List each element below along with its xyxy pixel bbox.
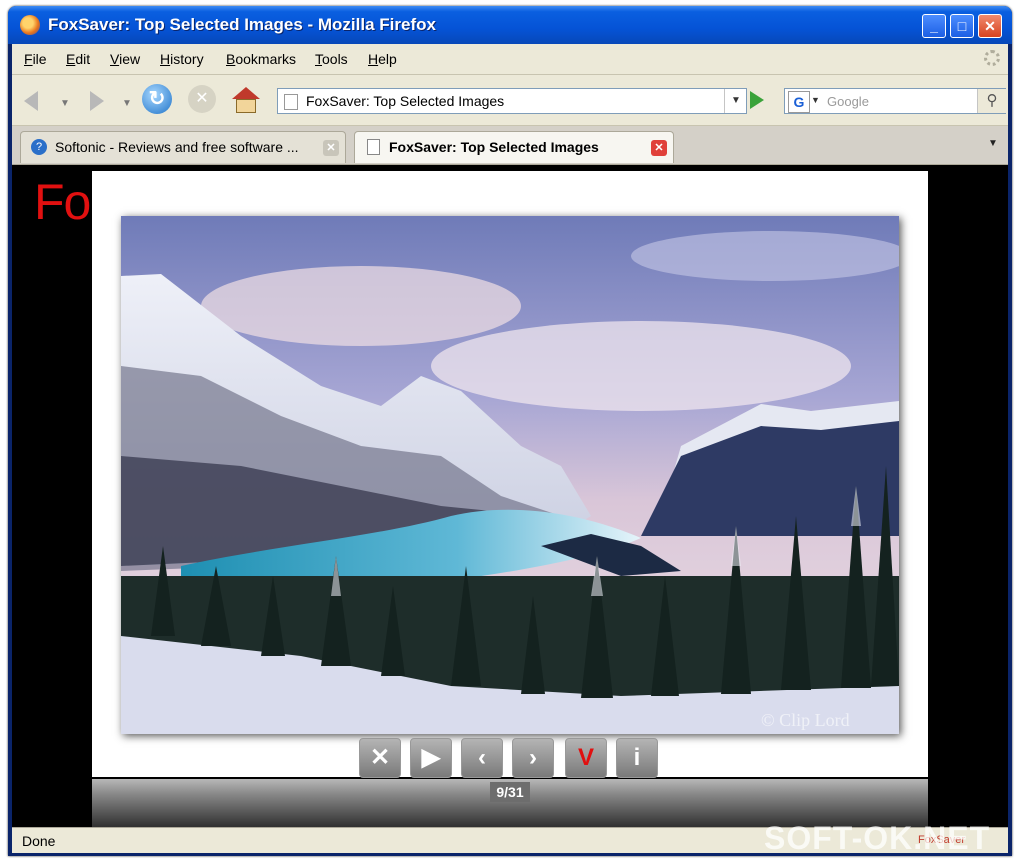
- page-content: Fo © Clip Lord ✕ ▶ ‹ › V i 9/31: [12, 165, 1008, 827]
- search-button[interactable]: ⚲: [977, 89, 1006, 113]
- go-button[interactable]: [750, 91, 764, 109]
- back-history-dropdown[interactable]: ▼: [60, 98, 70, 109]
- menu-tools[interactable]: Tools: [315, 51, 348, 67]
- stop-icon: ✕: [195, 90, 209, 107]
- tab-close-icon[interactable]: ✕: [651, 140, 667, 156]
- close-window-button[interactable]: ✕: [978, 14, 1002, 38]
- checkmark-icon: V: [577, 744, 594, 771]
- home-button[interactable]: [232, 87, 260, 113]
- back-arrow-icon: [24, 91, 38, 111]
- magnifier-icon: ⚲: [986, 92, 998, 109]
- site-logo: Fo: [34, 174, 91, 230]
- reload-icon: ↻: [148, 88, 166, 110]
- next-button[interactable]: ›: [512, 738, 554, 778]
- maximize-icon: □: [957, 18, 967, 34]
- menu-history[interactable]: History: [160, 51, 204, 67]
- browser-client-area: File Edit View History Bookmarks Tools H…: [12, 44, 1008, 853]
- address-text: FoxSaver: Top Selected Images: [306, 93, 505, 109]
- play-button[interactable]: ▶: [410, 738, 452, 778]
- tab-foxsaver[interactable]: FoxSaver: Top Selected Images ✕: [354, 131, 674, 163]
- home-icon: [232, 87, 260, 99]
- image-viewer-frame: © Clip Lord ✕ ▶ ‹ › V i: [92, 171, 928, 780]
- search-engine-dropdown[interactable]: ▼: [811, 95, 820, 105]
- forward-arrow-icon: [90, 91, 104, 111]
- title-bar[interactable]: FoxSaver: Top Selected Images - Mozilla …: [8, 6, 1012, 44]
- stop-button[interactable]: ✕: [188, 85, 216, 113]
- page-icon: [284, 94, 298, 110]
- minimize-icon: _: [930, 18, 938, 34]
- activity-throbber-icon: [984, 50, 1000, 66]
- menu-file[interactable]: File: [24, 51, 47, 67]
- status-text: Done: [22, 833, 56, 849]
- navigation-toolbar: ▼ ▼ ↻ ✕ FoxSaver: Top Selected Images ▼ …: [12, 75, 1008, 126]
- address-dropdown-button[interactable]: ▼: [724, 89, 747, 113]
- softonic-favicon-icon: ?: [31, 139, 47, 155]
- page-favicon-icon: [367, 139, 380, 155]
- forward-button[interactable]: [80, 85, 110, 115]
- select-image-button[interactable]: V: [565, 738, 607, 778]
- tab-list-dropdown-icon[interactable]: ▼: [988, 138, 998, 149]
- address-bar[interactable]: FoxSaver: Top Selected Images ▼: [277, 88, 747, 114]
- close-icon: ✕: [984, 18, 996, 34]
- photo-credit: © Clip Lord: [761, 710, 850, 730]
- menu-view[interactable]: View: [110, 51, 140, 67]
- featured-photo[interactable]: © Clip Lord: [121, 216, 899, 734]
- menu-bar: File Edit View History Bookmarks Tools H…: [12, 44, 1008, 75]
- menu-bookmarks[interactable]: Bookmarks: [226, 51, 296, 67]
- close-icon: ✕: [369, 744, 391, 771]
- search-bar[interactable]: G ▼ Google ⚲: [784, 88, 1006, 114]
- window-title: FoxSaver: Top Selected Images - Mozilla …: [48, 15, 436, 34]
- image-counter: 9/31: [490, 782, 530, 802]
- menu-edit[interactable]: Edit: [66, 51, 90, 67]
- search-engine-icon[interactable]: G: [788, 91, 810, 113]
- site-watermark: SOFT-OK.NET: [764, 820, 991, 856]
- chevron-right-icon: ›: [529, 744, 537, 771]
- back-button[interactable]: [20, 85, 50, 115]
- info-button[interactable]: i: [616, 738, 658, 778]
- landscape-image: © Clip Lord: [121, 216, 899, 734]
- forward-history-dropdown[interactable]: ▼: [122, 98, 132, 109]
- menu-help[interactable]: Help: [368, 51, 397, 67]
- chevron-left-icon: ‹: [478, 744, 486, 771]
- play-icon: ▶: [421, 744, 441, 771]
- tab-close-icon[interactable]: ✕: [323, 140, 339, 156]
- tab-softonic[interactable]: ? Softonic - Reviews and free software .…: [20, 131, 346, 163]
- browser-window: FoxSaver: Top Selected Images - Mozilla …: [8, 6, 1012, 856]
- search-input[interactable]: Google: [827, 94, 869, 109]
- previous-button[interactable]: ‹: [461, 738, 503, 778]
- tab-label: Softonic - Reviews and free software ...: [55, 139, 299, 155]
- info-icon: i: [633, 744, 641, 771]
- reload-button[interactable]: ↻: [142, 84, 172, 114]
- close-slideshow-button[interactable]: ✕: [359, 738, 401, 778]
- tab-label: FoxSaver: Top Selected Images: [389, 139, 599, 155]
- home-icon-body: [236, 99, 256, 113]
- minimize-button[interactable]: _: [922, 14, 946, 38]
- tab-bar: ? Softonic - Reviews and free software .…: [12, 126, 1008, 165]
- firefox-icon: [20, 15, 40, 35]
- slideshow-controls: ✕ ▶ ‹ › V i: [359, 734, 661, 780]
- maximize-button[interactable]: □: [950, 14, 974, 38]
